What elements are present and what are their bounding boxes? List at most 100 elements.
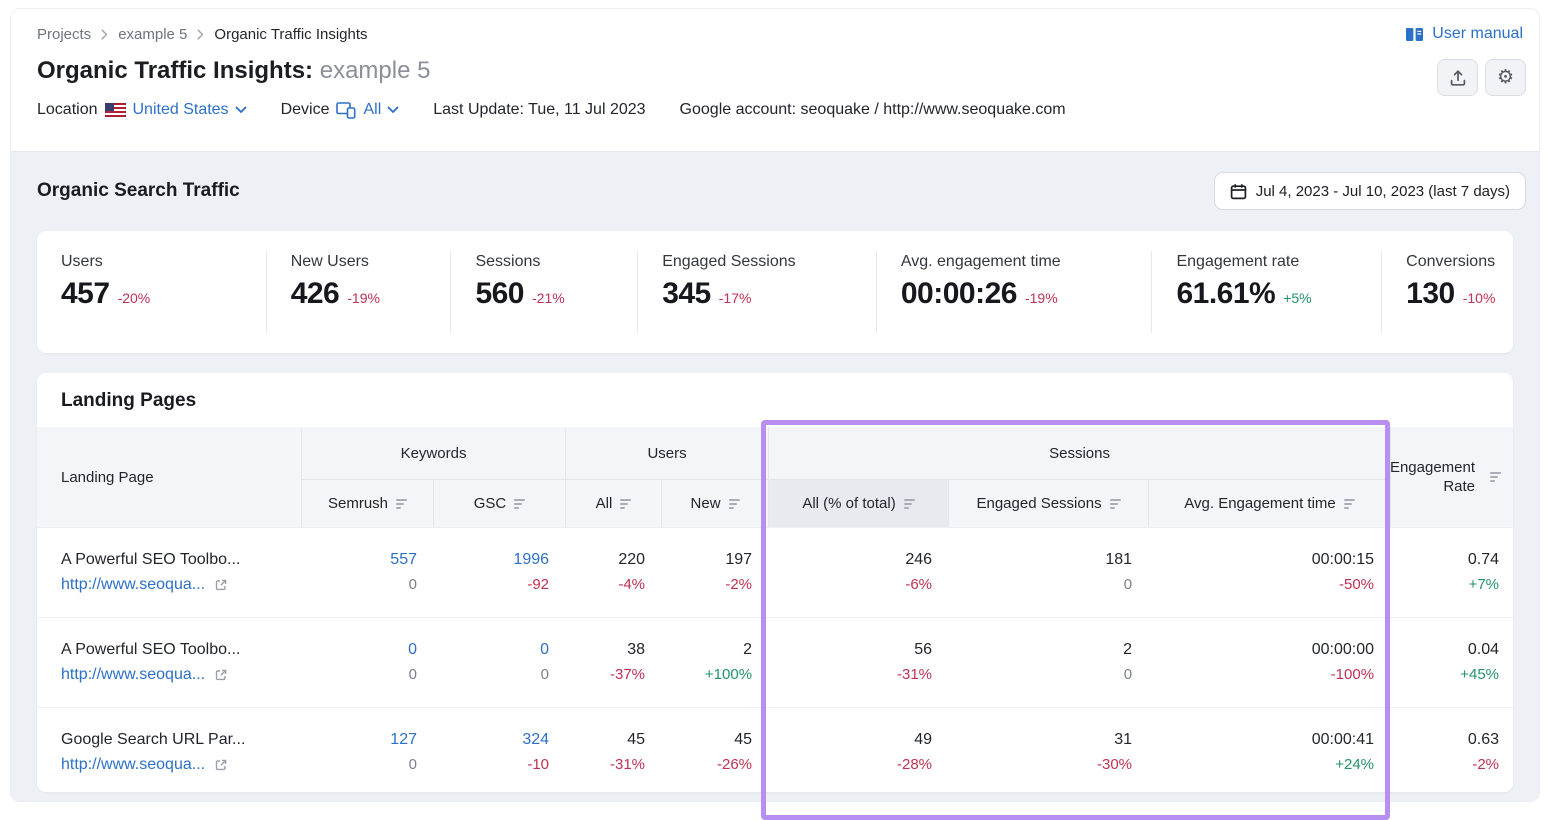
column-header-sessions-all[interactable]: All (% of total) bbox=[768, 479, 948, 527]
column-header-gsc[interactable]: GSC bbox=[433, 479, 565, 527]
column-header-semrush[interactable]: Semrush bbox=[301, 479, 433, 527]
chevron-right-icon bbox=[101, 29, 108, 40]
metric-new-users: New Users 426-19% bbox=[266, 251, 451, 333]
cell-users-new: 45-26% bbox=[661, 707, 768, 792]
chevron-right-icon bbox=[197, 29, 204, 40]
gear-icon: ⚙ bbox=[1497, 68, 1514, 87]
sort-icon[interactable] bbox=[1110, 499, 1121, 509]
table-row: A Powerful SEO Toolbo... http://www.seoq… bbox=[37, 617, 1513, 707]
cell-semrush: 1270 bbox=[301, 707, 433, 792]
column-group-sessions: Sessions bbox=[768, 427, 1390, 479]
metric-users: Users 457-20% bbox=[37, 251, 266, 333]
sort-icon[interactable] bbox=[396, 499, 407, 509]
book-icon bbox=[1405, 27, 1424, 42]
breadcrumb: Projects example 5 Organic Traffic Insig… bbox=[37, 9, 1539, 43]
cell-engagement-rate: 0.04+45% bbox=[1390, 617, 1513, 707]
cell-engaged-sessions: 20 bbox=[948, 617, 1148, 707]
metric-engagement-rate: Engagement rate 61.61%+5% bbox=[1151, 251, 1381, 333]
cell-users-all: 220-4% bbox=[565, 527, 661, 617]
user-manual-label: User manual bbox=[1432, 25, 1523, 43]
landing-page-link[interactable]: http://www.seoqua... bbox=[61, 752, 205, 777]
location-value: United States bbox=[133, 101, 229, 119]
device-value: All bbox=[363, 101, 381, 119]
column-header-engaged-sessions[interactable]: Engaged Sessions bbox=[948, 479, 1148, 527]
column-header-landing-page: Landing Page bbox=[37, 427, 301, 527]
device-filter[interactable]: Device All bbox=[281, 101, 400, 119]
column-header-users-new[interactable]: New bbox=[661, 479, 768, 527]
cell-gsc: 324-10 bbox=[433, 707, 565, 792]
sort-icon[interactable] bbox=[904, 499, 915, 509]
external-link-icon[interactable] bbox=[214, 758, 228, 772]
cell-engagement-rate: 0.63-2% bbox=[1390, 707, 1513, 792]
export-icon bbox=[1449, 69, 1467, 87]
breadcrumb-project[interactable]: example 5 bbox=[118, 26, 187, 43]
table-row: Google Search URL Par... http://www.seoq… bbox=[37, 707, 1513, 792]
cell-sessions-all: 246-6% bbox=[768, 527, 948, 617]
cell-semrush: 00 bbox=[301, 617, 433, 707]
cell-users-all: 45-31% bbox=[565, 707, 661, 792]
cell-gsc: 00 bbox=[433, 617, 565, 707]
cell-gsc: 1996-92 bbox=[433, 527, 565, 617]
cell-engaged-sessions: 31-30% bbox=[948, 707, 1148, 792]
settings-button[interactable]: ⚙ bbox=[1485, 59, 1526, 96]
date-range-picker[interactable]: Jul 4, 2023 - Jul 10, 2023 (last 7 days) bbox=[1214, 172, 1526, 210]
cell-users-new: 197-2% bbox=[661, 527, 768, 617]
calendar-icon bbox=[1230, 183, 1247, 200]
device-label: Device bbox=[281, 101, 330, 119]
date-range-label: Jul 4, 2023 - Jul 10, 2023 (last 7 days) bbox=[1256, 183, 1510, 200]
export-button[interactable] bbox=[1437, 59, 1478, 96]
google-account-text: Google account: seoquake / http://www.se… bbox=[680, 101, 1066, 119]
sort-icon[interactable] bbox=[1490, 472, 1501, 482]
last-update-text: Last Update: Tue, 11 Jul 2023 bbox=[433, 101, 645, 119]
landing-pages-card: Landing Pages Landing Page Keywords User… bbox=[37, 373, 1513, 792]
cell-engaged-sessions: 1810 bbox=[948, 527, 1148, 617]
column-header-avg-engagement-time[interactable]: Avg. Engagement time bbox=[1148, 479, 1390, 527]
metric-avg-engagement-time: Avg. engagement time 00:00:26-19% bbox=[876, 251, 1152, 333]
table-row: A Powerful SEO Toolbo... http://www.seoq… bbox=[37, 527, 1513, 617]
column-header-engagement-rate[interactable]: Engagement Rate bbox=[1390, 427, 1513, 527]
chevron-down-icon bbox=[235, 106, 247, 114]
sort-icon[interactable] bbox=[514, 499, 525, 509]
app-window: Projects example 5 Organic Traffic Insig… bbox=[10, 8, 1540, 802]
landing-page-link[interactable]: http://www.seoqua... bbox=[61, 572, 205, 597]
page-header: Projects example 5 Organic Traffic Insig… bbox=[11, 9, 1539, 151]
location-label: Location bbox=[37, 101, 98, 119]
organic-search-traffic-title: Organic Search Traffic bbox=[37, 180, 240, 202]
landing-page-link[interactable]: http://www.seoqua... bbox=[61, 662, 205, 687]
external-link-icon[interactable] bbox=[214, 668, 228, 682]
cell-avg-engagement-time: 00:00:00-100% bbox=[1148, 617, 1390, 707]
header-actions: ⚙ bbox=[1437, 59, 1526, 96]
devices-icon bbox=[336, 102, 356, 119]
cell-sessions-all: 56-31% bbox=[768, 617, 948, 707]
landing-pages-title: Landing Pages bbox=[37, 373, 1513, 427]
cell-avg-engagement-time: 00:00:41+24% bbox=[1148, 707, 1390, 792]
breadcrumb-current: Organic Traffic Insights bbox=[214, 26, 367, 43]
cell-users-all: 38-37% bbox=[565, 617, 661, 707]
sort-icon[interactable] bbox=[620, 499, 631, 509]
page-title: Organic Traffic Insights: example 5 bbox=[37, 56, 1539, 86]
cell-landing-page: Google Search URL Par... http://www.seoq… bbox=[37, 707, 301, 792]
metric-conversions: Conversions 130-10% bbox=[1381, 251, 1513, 333]
cell-engagement-rate: 0.74+7% bbox=[1390, 527, 1513, 617]
us-flag-icon bbox=[105, 103, 126, 117]
column-group-users: Users bbox=[565, 427, 768, 479]
cell-users-new: 2+100% bbox=[661, 617, 768, 707]
metric-engaged-sessions: Engaged Sessions 345-17% bbox=[637, 251, 876, 333]
sort-icon[interactable] bbox=[729, 499, 740, 509]
cell-landing-page: A Powerful SEO Toolbo... http://www.seoq… bbox=[37, 617, 301, 707]
cell-sessions-all: 49-28% bbox=[768, 707, 948, 792]
cell-semrush: 5570 bbox=[301, 527, 433, 617]
breadcrumb-projects[interactable]: Projects bbox=[37, 26, 91, 43]
landing-pages-table: Landing Page Keywords Users Sessions Eng… bbox=[37, 427, 1513, 792]
cell-landing-page: A Powerful SEO Toolbo... http://www.seoq… bbox=[37, 527, 301, 617]
content-section: Organic Search Traffic Jul 4, 2023 - Jul… bbox=[11, 151, 1539, 801]
metric-sessions: Sessions 560-21% bbox=[450, 251, 637, 333]
user-manual-link[interactable]: User manual bbox=[1405, 25, 1523, 43]
column-group-keywords: Keywords bbox=[301, 427, 565, 479]
external-link-icon[interactable] bbox=[214, 578, 228, 592]
filters-bar: Location United States Device All Last U… bbox=[37, 101, 1539, 119]
cell-avg-engagement-time: 00:00:15-50% bbox=[1148, 527, 1390, 617]
column-header-users-all[interactable]: All bbox=[565, 479, 661, 527]
sort-icon[interactable] bbox=[1344, 499, 1355, 509]
location-filter[interactable]: Location United States bbox=[37, 101, 247, 119]
